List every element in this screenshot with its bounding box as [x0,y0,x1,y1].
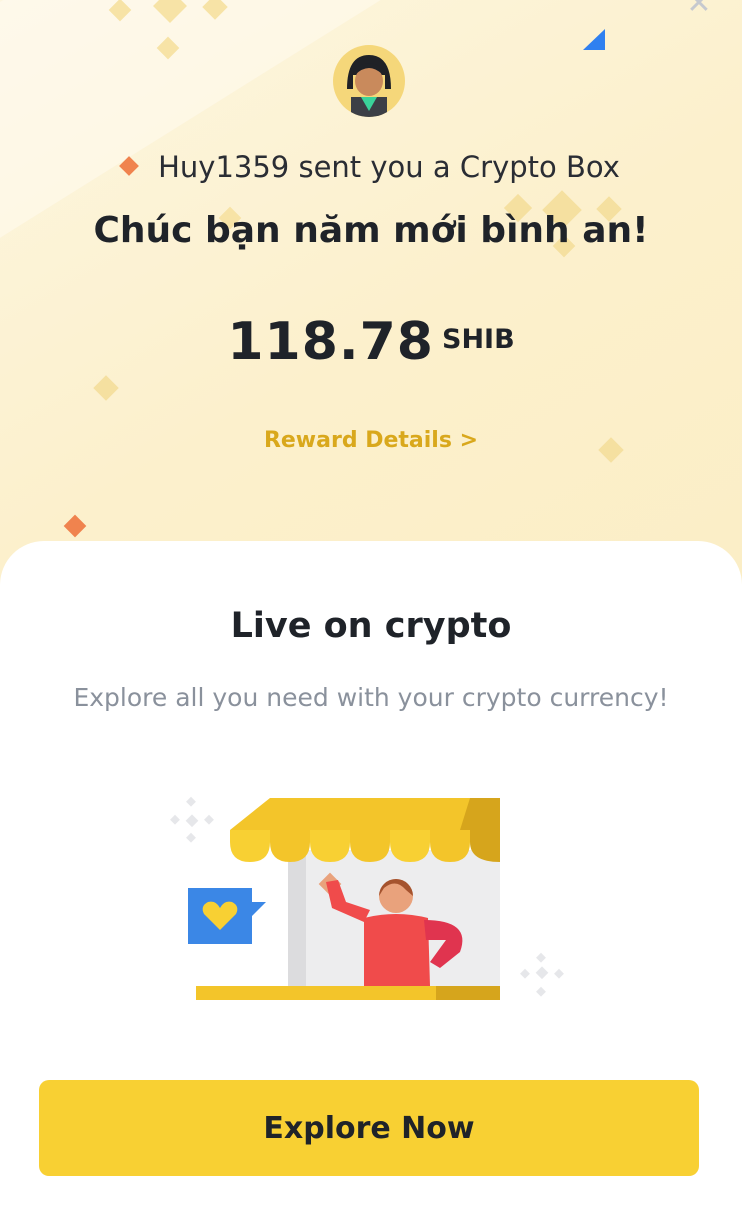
shop-illustration [170,796,564,1000]
sender-text: Huy1359 sent you a Crypto Box [158,150,620,184]
explore-now-button[interactable]: Explore Now [39,1080,699,1176]
amount-value: 118.78 [227,312,434,372]
currency-label: SHIB [442,324,515,355]
decor-diamond-orange [63,514,87,538]
decor-triangle [583,29,605,50]
reward-amount: 118.78 SHIB [0,312,742,372]
card-title: Live on crypto [230,606,512,646]
orange-diamond-icon [119,156,140,176]
card-subtitle: Explore all you need with your crypto cu… [73,683,669,712]
avatar-icon [347,55,391,117]
sender-avatar [333,45,405,117]
sender-line: Huy1359 sent you a Crypto Box [0,150,742,194]
decor-diamond [93,375,119,401]
close-icon[interactable]: ✕ [686,0,712,19]
gift-header: ✕ Huy1359 sent you a Crypto Box Chúc bạn… [0,0,742,600]
reward-details-link[interactable]: Reward Details > [0,428,742,453]
greeting-message: Chúc bạn năm mới bình an! [93,210,649,251]
